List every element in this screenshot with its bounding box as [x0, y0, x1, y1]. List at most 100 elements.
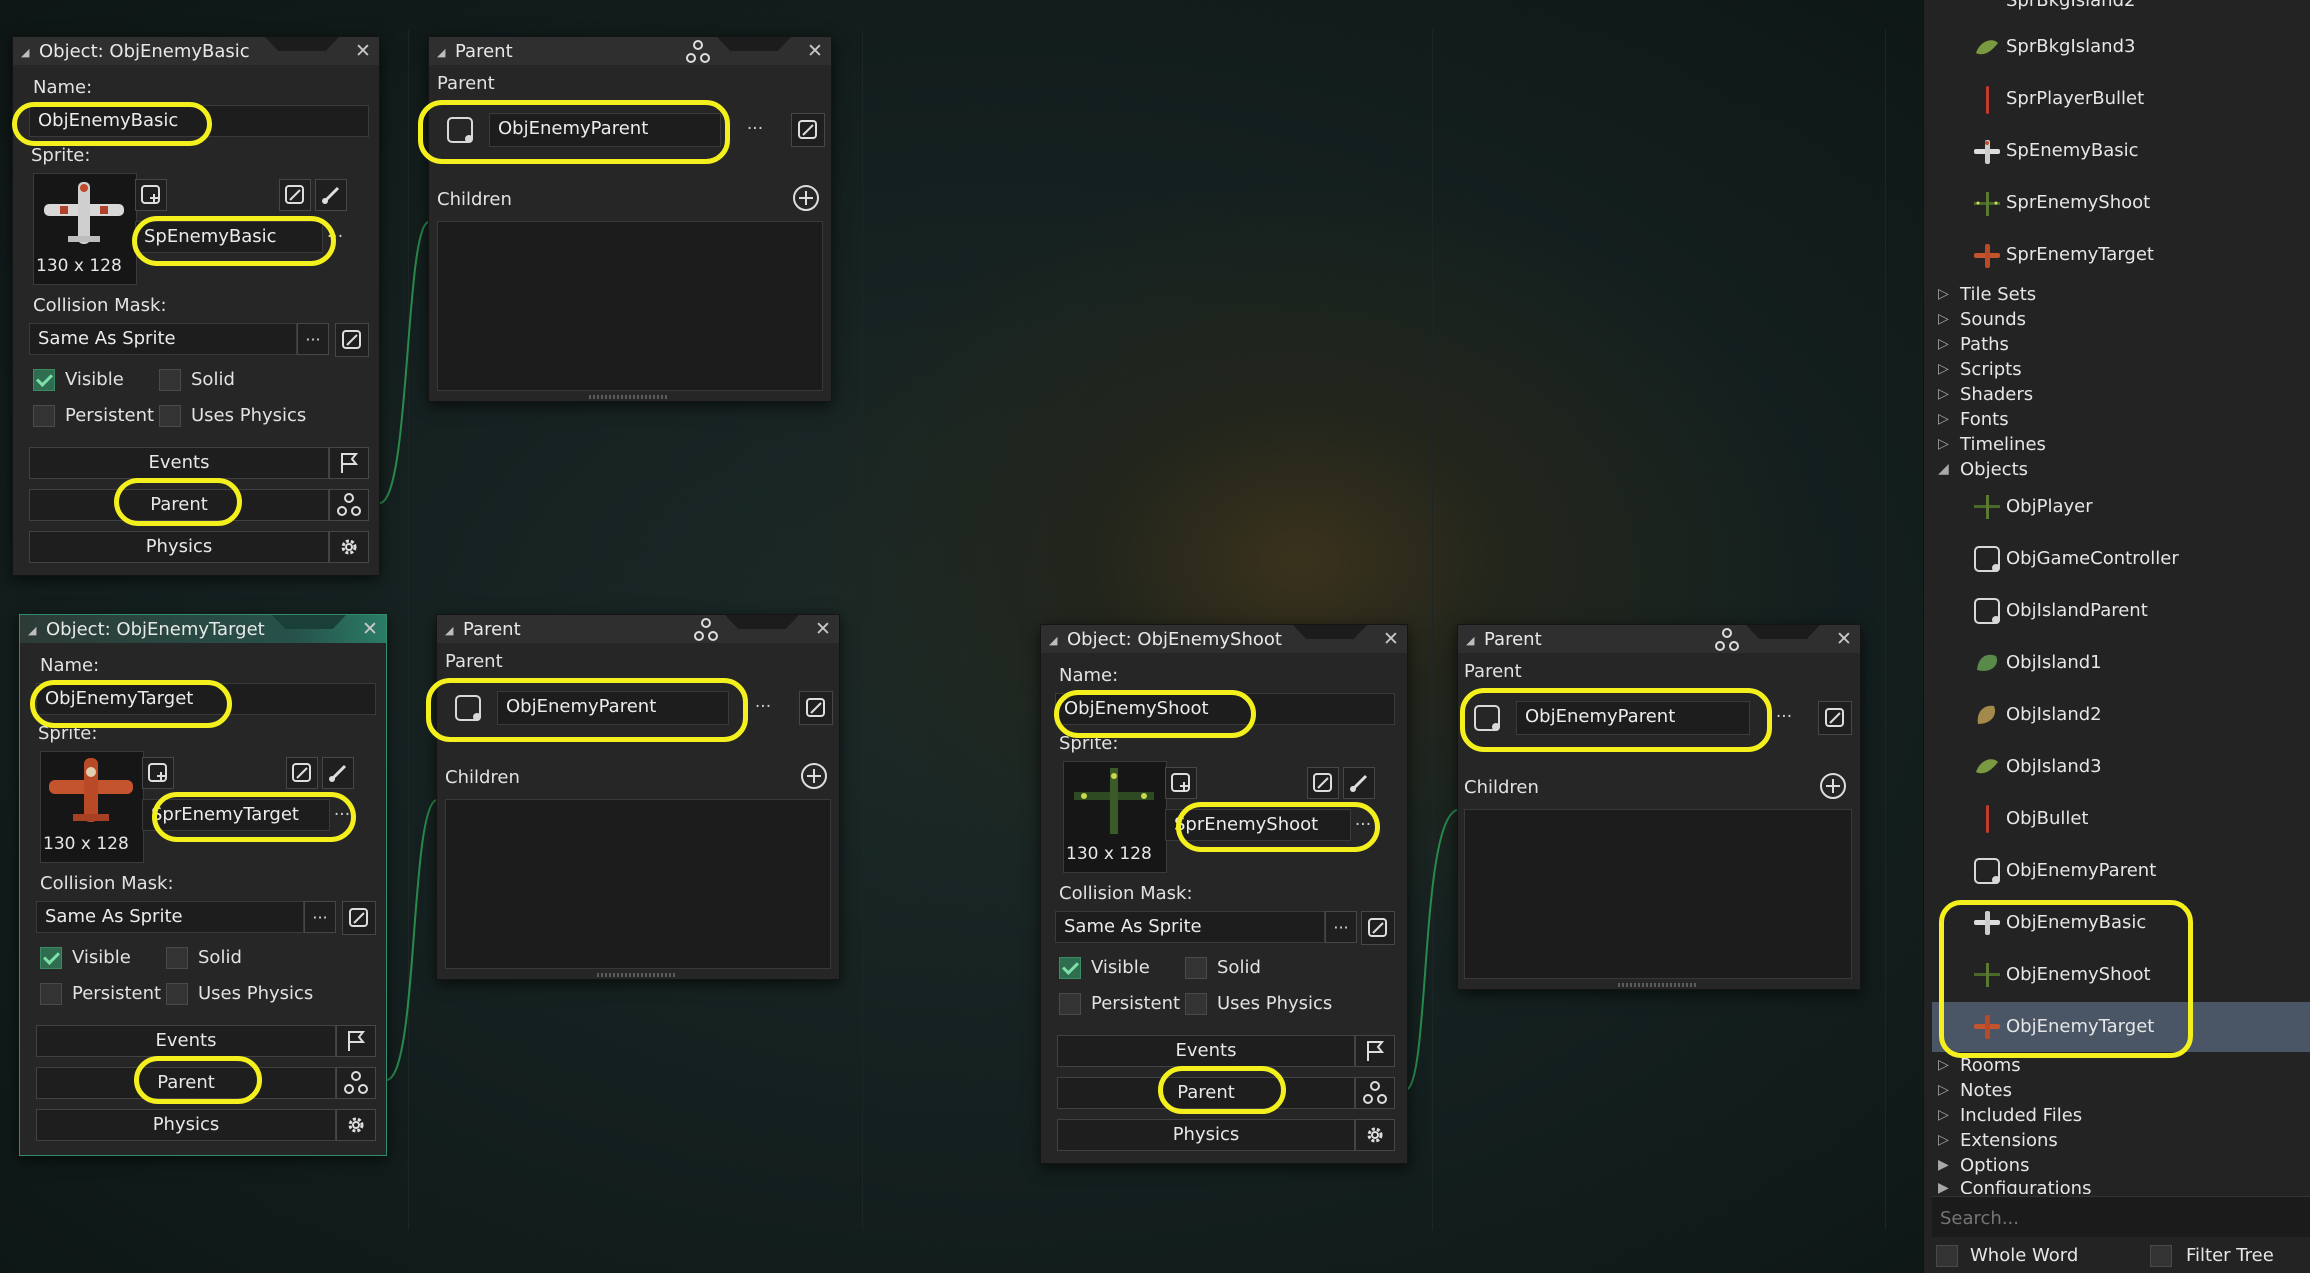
sprite-field[interactable]: SprEnemyShoot — [1165, 809, 1351, 841]
window-titlebar[interactable]: ◢ Parent ✕ — [429, 37, 831, 65]
new-sprite-button[interactable] — [135, 179, 167, 211]
persistent-checkbox[interactable] — [1059, 993, 1081, 1015]
parent-field[interactable]: ObjEnemyParent — [497, 691, 729, 725]
close-icon[interactable]: ✕ — [815, 618, 831, 640]
collapse-triangle-icon[interactable]: ◢ — [445, 624, 453, 637]
visible-checkbox[interactable] — [33, 369, 55, 391]
whole-word-checkbox[interactable] — [1936, 1245, 1958, 1267]
parent-field[interactable]: ObjEnemyParent — [489, 113, 721, 147]
parent-icon-button[interactable] — [336, 1067, 376, 1099]
tree-item[interactable]: ObjBullet — [2006, 808, 2089, 829]
expand-arrow-icon[interactable]: ▷ — [1938, 386, 1949, 402]
children-list[interactable] — [1464, 809, 1852, 979]
physics-button[interactable]: Physics — [1057, 1119, 1355, 1151]
children-list[interactable] — [445, 799, 831, 969]
mask-browse-button[interactable]: ··· — [1325, 911, 1357, 943]
parent-object-icon-button[interactable] — [1470, 701, 1504, 735]
expand-arrow-icon[interactable]: ▷ — [1938, 1057, 1949, 1073]
tree-item[interactable]: SprEnemyShoot — [2006, 192, 2150, 213]
expand-arrow-icon[interactable]: ▷ — [1938, 286, 1949, 302]
edit-sprite-button[interactable] — [279, 179, 311, 211]
parent-object-icon-button[interactable] — [451, 691, 485, 725]
tree-item[interactable]: ObjPlayer — [2006, 496, 2093, 517]
collision-mask-field[interactable]: Same As Sprite — [29, 323, 297, 355]
tree-folder[interactable]: Configurations — [1960, 1178, 2091, 1194]
physics-icon-button[interactable] — [1355, 1119, 1395, 1151]
parent-button[interactable]: Parent — [36, 1067, 336, 1099]
events-button[interactable]: Events — [29, 447, 329, 479]
tree-item[interactable]: SpEnemyBasic — [2006, 140, 2139, 161]
name-field[interactable]: ObjEnemyBasic — [29, 105, 369, 137]
parent-icon-button[interactable] — [329, 489, 369, 521]
edit-parent-button[interactable] — [791, 113, 825, 147]
parent-field[interactable]: ObjEnemyParent — [1516, 701, 1750, 735]
tree-folder-objects[interactable]: Objects — [1960, 459, 2028, 480]
collapse-triangle-icon[interactable]: ◢ — [1466, 634, 1474, 647]
window-titlebar[interactable]: ◢ Object: ObjEnemyTarget ✕ — [20, 615, 386, 643]
tree-folder[interactable]: Rooms — [1960, 1055, 2021, 1076]
add-child-icon[interactable] — [799, 761, 829, 791]
edit-parent-button[interactable] — [1818, 701, 1852, 735]
events-button[interactable]: Events — [36, 1025, 336, 1057]
resize-grip[interactable] — [589, 395, 669, 399]
expand-arrow-icon[interactable]: ▷ — [1938, 411, 1949, 427]
events-button[interactable]: Events — [1057, 1035, 1355, 1067]
window-titlebar[interactable]: ◢ Parent ✕ — [437, 615, 839, 643]
physics-button[interactable]: Physics — [36, 1109, 336, 1141]
expand-arrow-icon[interactable]: ▷ — [1938, 336, 1949, 352]
solid-checkbox[interactable] — [159, 369, 181, 391]
physics-icon-button[interactable] — [329, 531, 369, 563]
collapse-arrow-icon[interactable]: ◢ — [1938, 461, 1949, 477]
tree-folder[interactable]: Timelines — [1960, 434, 2046, 455]
sprite-field[interactable]: SprEnemyTarget — [142, 799, 330, 831]
tree-item[interactable]: ObjEnemyParent — [2006, 860, 2156, 881]
parent-object-icon-button[interactable] — [443, 113, 477, 147]
uses-physics-checkbox[interactable] — [166, 983, 188, 1005]
children-list[interactable] — [437, 221, 823, 391]
search-box[interactable] — [1932, 1196, 2310, 1237]
sprite-browse-button[interactable]: ··· — [1351, 811, 1375, 839]
events-icon-button[interactable] — [1355, 1035, 1395, 1067]
tree-item[interactable]: ObjGameController — [2006, 548, 2179, 569]
name-field[interactable]: ObjEnemyTarget — [36, 683, 376, 715]
physics-icon-button[interactable] — [336, 1109, 376, 1141]
collapse-triangle-icon[interactable]: ◢ — [1049, 634, 1057, 647]
tree-folder[interactable]: Paths — [1960, 334, 2009, 355]
collision-mask-field[interactable]: Same As Sprite — [1055, 911, 1325, 943]
tree-item[interactable]: ObjIsland3 — [2006, 756, 2102, 777]
tree-folder[interactable]: Scripts — [1960, 359, 2022, 380]
tree-item[interactable]: ObjIslandParent — [2006, 600, 2148, 621]
close-icon[interactable]: ✕ — [1383, 628, 1399, 650]
mask-browse-button[interactable]: ··· — [297, 323, 329, 355]
expand-arrow-icon[interactable]: ▷ — [1938, 1132, 1949, 1148]
window-titlebar[interactable]: ◢ Object: ObjEnemyShoot ✕ — [1041, 625, 1407, 653]
name-field[interactable]: ObjEnemyShoot — [1055, 693, 1395, 725]
tree-item[interactable]: SprBkgIsland3 — [2006, 36, 2135, 57]
sprite-browse-button[interactable]: ··· — [323, 223, 347, 251]
physics-button[interactable]: Physics — [29, 531, 329, 563]
expand-arrow-icon[interactable]: ▶ — [1938, 1157, 1949, 1173]
search-input[interactable] — [1938, 1204, 2302, 1232]
tree-folder[interactable]: Tile Sets — [1960, 284, 2036, 305]
resize-grip[interactable] — [597, 973, 677, 977]
collision-mask-field[interactable]: Same As Sprite — [36, 901, 304, 933]
edit-mask-button[interactable] — [335, 323, 369, 357]
edit-sprite-button[interactable] — [286, 757, 318, 789]
expand-arrow-icon[interactable]: ▷ — [1938, 361, 1949, 377]
expand-arrow-icon[interactable]: ▷ — [1938, 436, 1949, 452]
tree-folder[interactable]: Options — [1960, 1155, 2029, 1176]
tree-item[interactable]: SprBkgIsland2 — [2006, 0, 2135, 11]
visible-checkbox[interactable] — [40, 947, 62, 969]
parent-button[interactable]: Parent — [1057, 1077, 1355, 1109]
events-icon-button[interactable] — [329, 447, 369, 479]
paint-sprite-button[interactable] — [1343, 767, 1375, 799]
expand-arrow-icon[interactable]: ▷ — [1938, 1082, 1949, 1098]
expand-arrow-icon[interactable]: ▷ — [1938, 1107, 1949, 1123]
parent-browse-button[interactable]: ··· — [751, 693, 775, 721]
sprite-browse-button[interactable]: ··· — [330, 801, 354, 829]
new-sprite-button[interactable] — [142, 757, 174, 789]
tree-item[interactable]: SprEnemyTarget — [2006, 244, 2154, 265]
paint-sprite-button[interactable] — [322, 757, 354, 789]
tree-folder[interactable]: Fonts — [1960, 409, 2009, 430]
persistent-checkbox[interactable] — [40, 983, 62, 1005]
